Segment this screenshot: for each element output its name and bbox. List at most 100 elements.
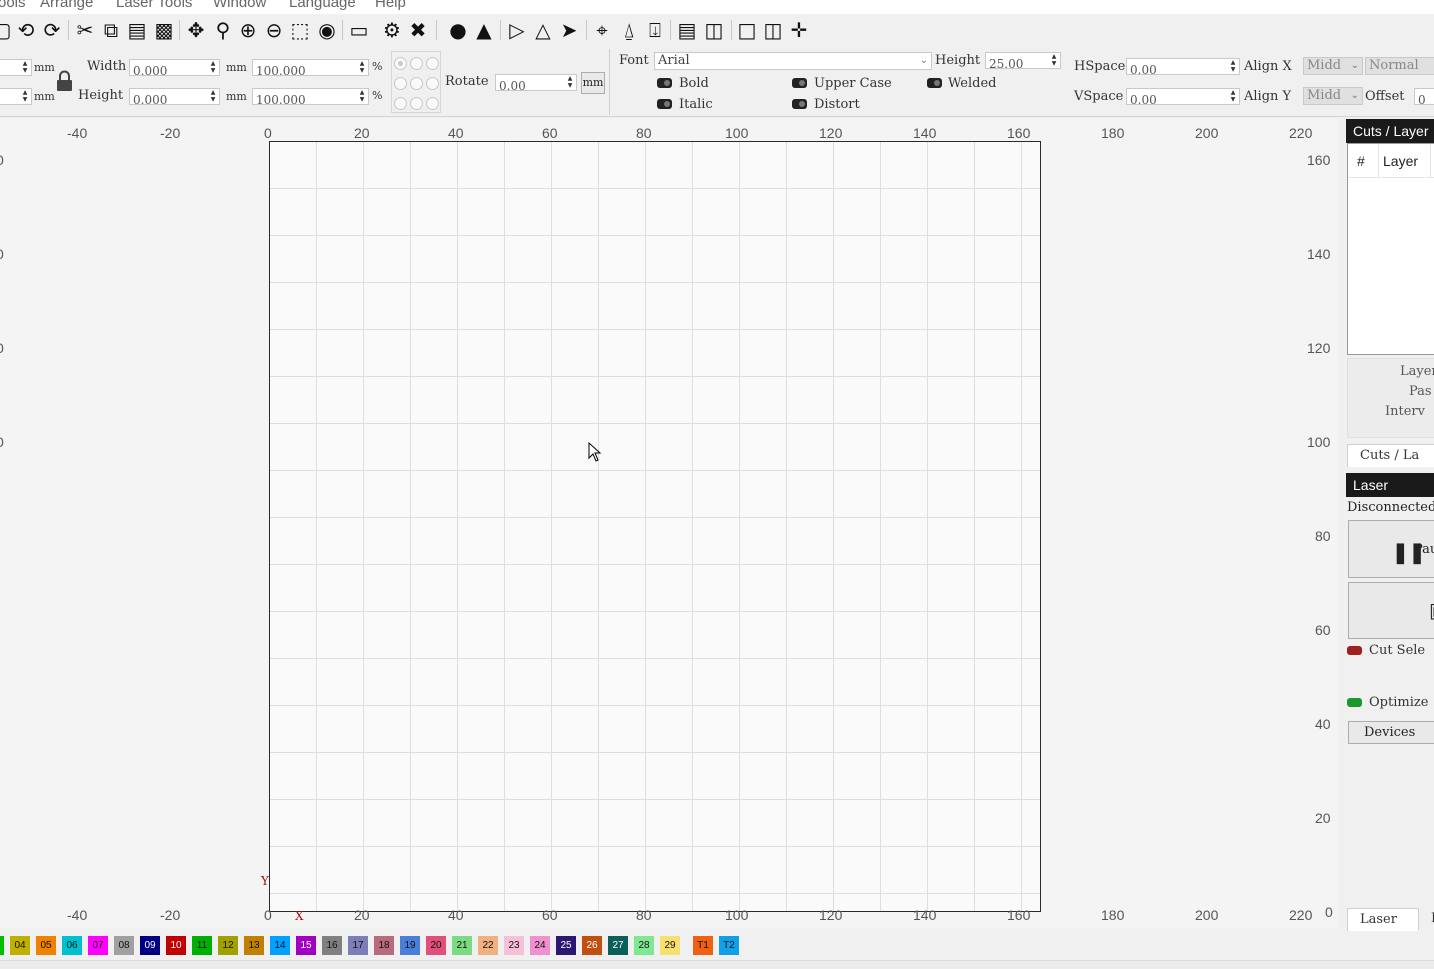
menu-arrange[interactable]: Arrange xyxy=(40,0,93,11)
vspace-field[interactable]: ▲▼ xyxy=(1126,88,1240,108)
color-swatch[interactable]: 29 xyxy=(660,936,680,955)
monitor-icon[interactable]: ▭ xyxy=(347,18,371,42)
layers-table[interactable]: # Layer xyxy=(1347,143,1434,355)
delete-icon[interactable]: ▩ xyxy=(152,18,176,42)
cut-selected-toggle[interactable] xyxy=(1347,646,1362,655)
rotate-input[interactable] xyxy=(496,78,562,94)
height-input[interactable] xyxy=(130,92,205,108)
scale-width-input[interactable] xyxy=(253,63,354,79)
zoom-out-icon[interactable]: ⊖ xyxy=(262,18,286,42)
anchor-top-right[interactable] xyxy=(426,57,439,70)
centre-cross-icon[interactable]: ✛ xyxy=(787,18,811,42)
color-swatch[interactable]: 09 xyxy=(140,936,160,955)
stop-button[interactable]: ▣ xyxy=(1348,582,1434,639)
color-swatch[interactable]: 26 xyxy=(582,936,602,955)
zoom-icon[interactable]: ⚲ xyxy=(211,18,235,42)
color-swatch[interactable] xyxy=(0,936,4,955)
copy-icon[interactable]: ⧉ xyxy=(99,18,123,42)
menu-tools[interactable]: ools xyxy=(0,0,26,11)
color-swatch[interactable]: 07 xyxy=(88,936,108,955)
width-field[interactable]: ▲▼ xyxy=(129,59,220,79)
color-swatch[interactable]: 23 xyxy=(504,936,524,955)
tab-cuts-layers[interactable]: Cuts / La xyxy=(1347,444,1434,467)
mirror-icon[interactable]: △ xyxy=(531,18,555,42)
color-swatch[interactable]: 15 xyxy=(296,936,316,955)
align-x-select[interactable]: Midd ⌄ xyxy=(1303,57,1363,75)
align-vertical-icon[interactable]: ⍙ xyxy=(617,18,641,42)
position-x-field[interactable]: ▲ ▼ xyxy=(0,59,32,76)
color-swatch[interactable]: 04 xyxy=(10,936,30,955)
color-swatch[interactable]: 20 xyxy=(426,936,446,955)
anchor-centre[interactable] xyxy=(410,77,423,90)
upper-case-toggle[interactable] xyxy=(792,78,807,88)
select-rect-icon[interactable]: ⬚ xyxy=(288,18,312,42)
color-swatch[interactable]: 27 xyxy=(608,936,628,955)
send-icon[interactable]: ➤ xyxy=(557,18,581,42)
bold-toggle[interactable] xyxy=(657,78,672,88)
anchor-bottom-centre[interactable] xyxy=(410,97,423,110)
paste-icon[interactable]: ▤ xyxy=(125,18,149,42)
devices-button[interactable]: Devices xyxy=(1348,721,1434,744)
color-swatch[interactable]: 24 xyxy=(530,936,550,955)
color-swatch[interactable]: T1 xyxy=(693,936,713,955)
color-swatch[interactable]: 25 xyxy=(556,936,576,955)
user-icon[interactable]: ▲ xyxy=(472,18,496,42)
anchor-top-left[interactable] xyxy=(394,57,407,70)
scale-height-field[interactable]: ▲▼ xyxy=(252,88,369,108)
camera-icon[interactable]: ◉ xyxy=(315,18,339,42)
optimize-toggle[interactable] xyxy=(1347,698,1362,707)
color-swatch[interactable]: T2 xyxy=(719,936,739,955)
move-icon[interactable]: ✥ xyxy=(184,18,208,42)
menu-help[interactable]: Help xyxy=(375,0,406,11)
color-swatch[interactable]: 08 xyxy=(114,936,134,955)
menu-language[interactable]: Language xyxy=(289,0,356,11)
offset-input[interactable] xyxy=(1415,92,1434,108)
align-icon[interactable]: ▷ xyxy=(505,18,529,42)
distribute-vertical-icon[interactable]: ▤ xyxy=(675,18,699,42)
width-input[interactable] xyxy=(130,63,205,79)
lock-ratio-icon[interactable] xyxy=(56,70,73,92)
color-swatch[interactable]: 19 xyxy=(400,936,420,955)
anchor-middle-left[interactable] xyxy=(394,77,407,90)
rotate-field[interactable]: ▲▼ xyxy=(495,74,577,94)
pause-button[interactable]: ❚❚ Pau xyxy=(1348,520,1434,578)
distribute-horizontal-icon[interactable]: ◫ xyxy=(702,18,726,42)
column-header-layer[interactable]: Layer xyxy=(1383,153,1418,169)
anchor-top-centre[interactable] xyxy=(410,57,423,70)
distort-toggle[interactable] xyxy=(792,99,807,109)
hspace-field[interactable]: ▲▼ xyxy=(1126,58,1240,78)
color-swatch[interactable]: 12 xyxy=(218,936,238,955)
group-icon[interactable]: ● xyxy=(446,18,470,42)
unit-toggle-button[interactable]: mm xyxy=(581,72,605,94)
scale-width-field[interactable]: ▲▼ xyxy=(252,59,369,79)
vspace-input[interactable] xyxy=(1127,92,1225,108)
menu-laser-tools[interactable]: Laser Tools xyxy=(116,0,192,11)
target-icon[interactable]: ⌖ xyxy=(590,18,614,42)
column-header-number[interactable]: # xyxy=(1357,153,1365,169)
hspace-input[interactable] xyxy=(1127,62,1225,78)
color-swatch[interactable]: 11 xyxy=(192,936,212,955)
scale-height-input[interactable] xyxy=(253,92,354,108)
color-swatch[interactable]: 05 xyxy=(36,936,56,955)
color-swatch[interactable]: 28 xyxy=(634,936,654,955)
color-swatch[interactable]: 22 xyxy=(478,936,498,955)
anchor-middle-right[interactable] xyxy=(426,77,439,90)
new-icon[interactable]: ▢ xyxy=(0,18,14,42)
italic-toggle[interactable] xyxy=(657,99,672,109)
tools-icon[interactable]: ✖ xyxy=(406,18,430,42)
cut-icon[interactable]: ✂ xyxy=(73,18,97,42)
height-field[interactable]: ▲▼ xyxy=(129,88,220,108)
settings-icon[interactable]: ⚙ xyxy=(380,18,404,42)
color-swatch[interactable]: 10 xyxy=(166,936,186,955)
dock-icon[interactable]: □ xyxy=(735,18,759,42)
color-swatch[interactable]: 17 xyxy=(348,936,368,955)
text-height-field[interactable]: ▲▼ xyxy=(985,52,1061,72)
welded-toggle[interactable] xyxy=(927,78,942,88)
font-select[interactable]: Arial ⌄ xyxy=(654,52,932,70)
color-swatch[interactable]: 21 xyxy=(452,936,472,955)
text-height-input[interactable] xyxy=(986,56,1046,72)
text-mode-select[interactable]: Normal xyxy=(1365,57,1434,75)
redo-icon[interactable]: ⟳ xyxy=(40,18,64,42)
position-y-field[interactable]: ▲ ▼ xyxy=(0,88,32,105)
color-swatch[interactable]: 06 xyxy=(62,936,82,955)
